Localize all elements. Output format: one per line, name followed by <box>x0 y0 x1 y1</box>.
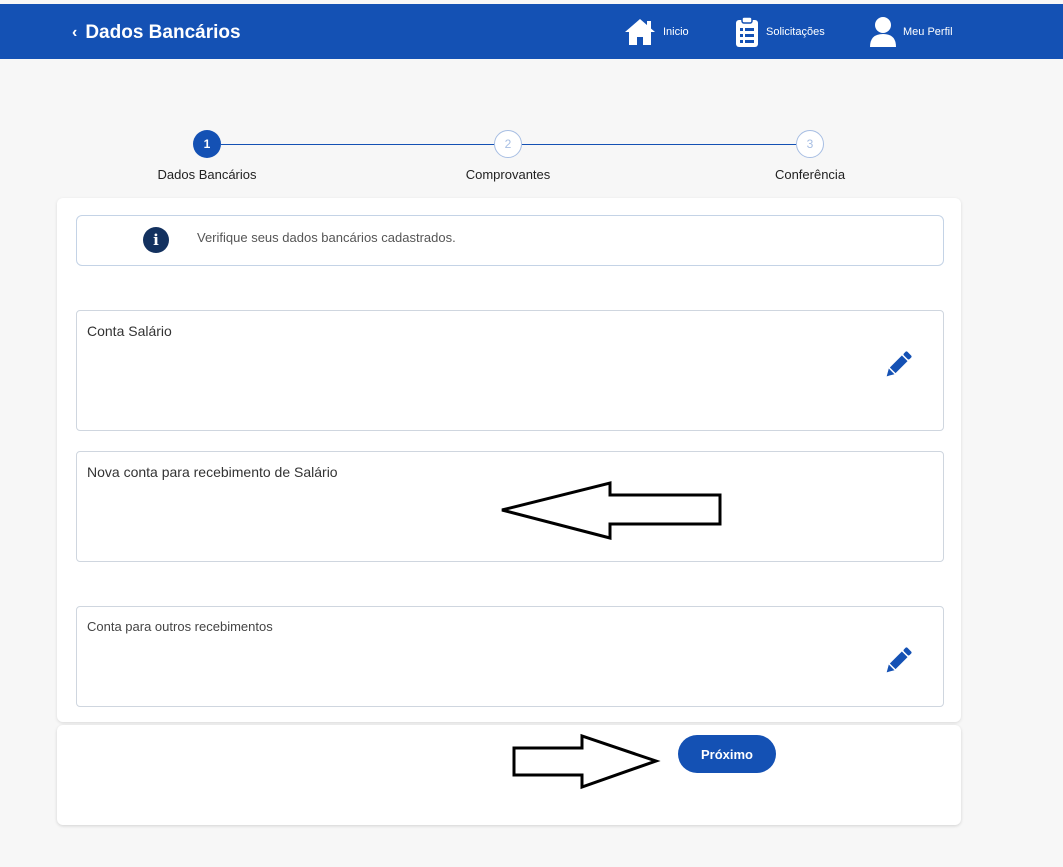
nav-meu-perfil-label: Meu Perfil <box>903 26 953 38</box>
info-text: Verifique seus dados bancários cadastrad… <box>197 230 456 245</box>
account-panel-outros: Conta para outros recebimentos <box>76 606 944 707</box>
stepper: 1 2 3 Dados Bancários Comprovantes Confe… <box>0 130 1063 190</box>
step-connector <box>522 144 796 145</box>
step-1-label: Dados Bancários <box>157 167 257 182</box>
nav-inicio[interactable]: Inicio <box>623 14 689 50</box>
next-button[interactable]: Próximo <box>678 735 776 773</box>
nav-inicio-label: Inicio <box>663 26 689 38</box>
account-title: Conta Salário <box>87 323 172 339</box>
nav-solicitacoes-label: Solicitações <box>766 26 825 38</box>
account-panel-salario: Conta Salário <box>76 310 944 431</box>
account-title: Nova conta para recebimento de Salário <box>87 464 338 480</box>
home-icon <box>623 17 657 47</box>
annotation-arrow-left-icon <box>501 481 722 540</box>
user-icon <box>869 16 897 48</box>
step-2-label: Comprovantes <box>465 167 551 182</box>
pencil-icon[interactable] <box>880 347 916 388</box>
chevron-left-icon: ‹ <box>72 24 78 41</box>
page-title: Dados Bancários <box>85 22 241 43</box>
step-1-circle[interactable]: 1 <box>193 130 221 158</box>
clipboard-list-icon <box>734 16 760 48</box>
top-bar: ‹ Dados Bancários Inicio Solicitações Me… <box>0 4 1063 59</box>
step-3-label: Conferência <box>774 167 846 182</box>
actions-card <box>57 725 961 825</box>
nav-meu-perfil[interactable]: Meu Perfil <box>869 14 953 50</box>
account-title: Conta para outros recebimentos <box>87 619 273 634</box>
info-icon: i <box>143 227 169 253</box>
nav-solicitacoes[interactable]: Solicitações <box>734 14 825 50</box>
annotation-arrow-right-icon <box>512 733 661 790</box>
info-alert: i Verifique seus dados bancários cadastr… <box>76 215 944 266</box>
step-2-circle[interactable]: 2 <box>494 130 522 158</box>
step-connector <box>221 144 495 145</box>
pencil-icon[interactable] <box>880 643 916 684</box>
back-button[interactable]: ‹ Dados Bancários <box>72 22 241 44</box>
step-3-circle[interactable]: 3 <box>796 130 824 158</box>
